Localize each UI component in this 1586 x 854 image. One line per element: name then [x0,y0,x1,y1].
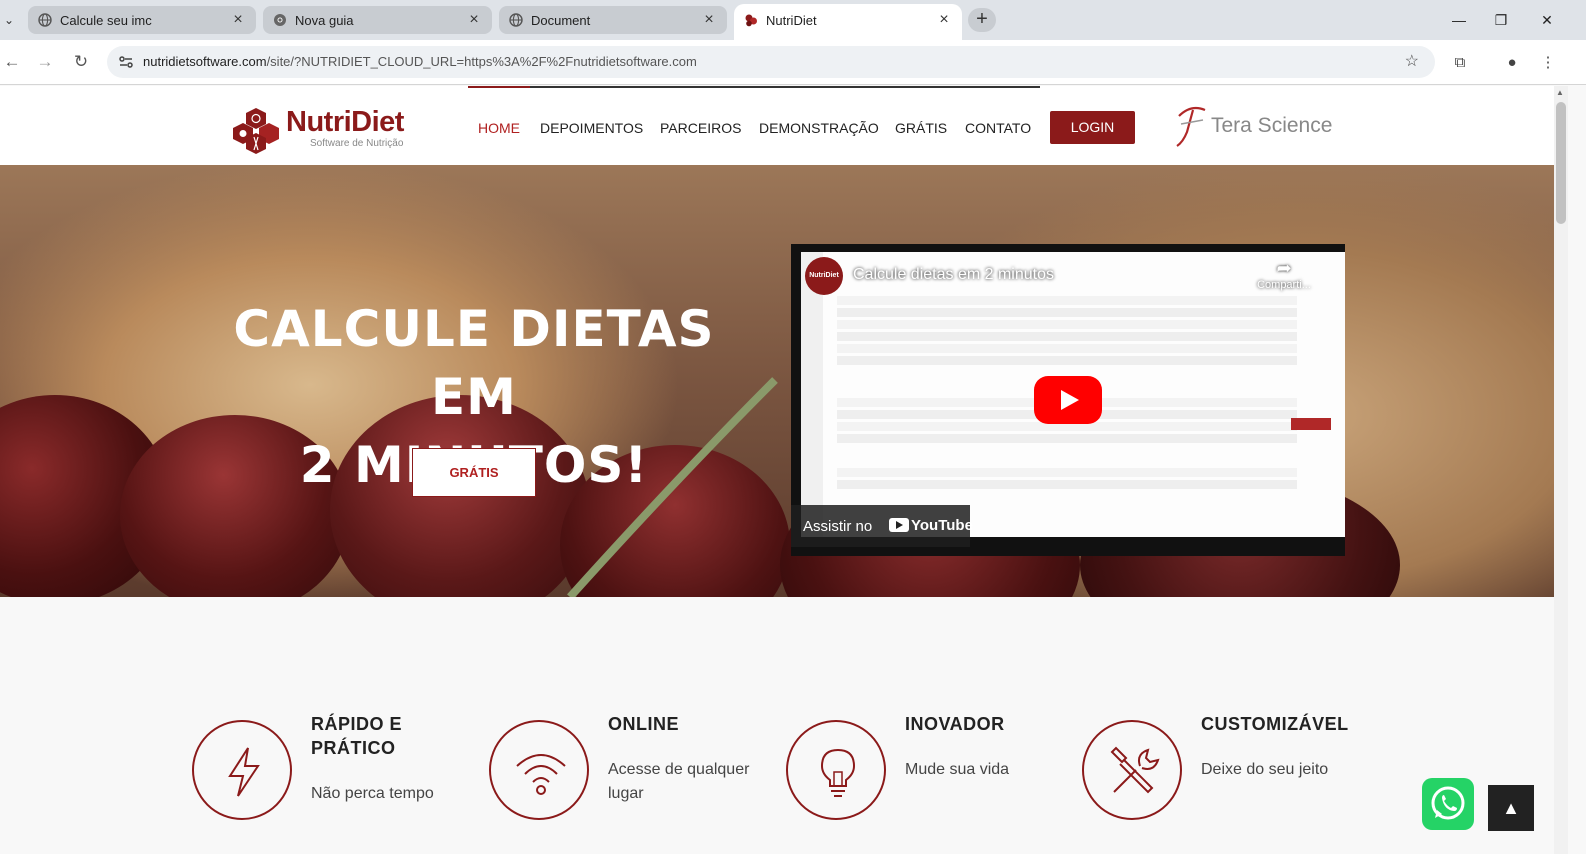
play-button[interactable] [1034,376,1102,424]
url-path: /site/?NUTRIDIET_CLOUD_URL=https%3A%2F%2… [266,54,697,69]
close-tab-icon[interactable]: × [228,10,248,30]
close-window-icon[interactable]: ✕ [1534,8,1560,32]
page-viewport: NutriDiet Software de Nutrição HOME DEPO… [0,86,1568,854]
chevron-up-icon: ▲ [1502,798,1520,818]
feature-icon-circle [1082,720,1182,820]
logo-tagline: Software de Nutrição [310,138,404,149]
tab-title: Document [531,13,591,28]
tera-science-mark-icon [1176,106,1206,147]
back-to-top-button[interactable]: ▲ [1488,785,1534,831]
site-header: NutriDiet Software de Nutrição HOME DEPO… [0,86,1568,165]
feature-title: CUSTOMIZÁVEL [1201,714,1349,734]
share-label: Comparti... [1257,279,1311,291]
whatsapp-icon [1431,786,1465,820]
watch-on-youtube-button[interactable]: Assistir no YouTube [791,505,973,547]
feature-icon-circle [192,720,292,820]
globe-icon [509,13,523,27]
site-settings-icon[interactable] [117,53,135,71]
feature-text: Deixe do seu jeito [1201,761,1329,778]
restore-icon[interactable]: ❐ [1488,8,1514,32]
tab-title: Nova guia [295,13,354,28]
tab-search-chevron-icon[interactable]: ⌄ [0,8,18,32]
nav-parceiros[interactable]: PARCEIROS [660,120,741,136]
video-thumbnail-sidebar [801,252,823,537]
partner-name: Tera Science [1211,114,1333,137]
browser-tab-imc[interactable]: Calcule seu imc × [28,6,256,34]
close-tab-icon[interactable]: × [934,10,954,30]
wifi-icon [516,754,566,795]
nav-depoimentos[interactable]: DEPOIMENTOS [540,120,643,136]
url-text: nutridietsoftware.com/site/?NUTRIDIET_CL… [143,54,697,69]
youtube-wordmark: YouTube [911,517,973,534]
feature-text-line1: Acesse de qualquer [608,761,750,778]
feature-title-line1: RÁPIDO E [311,714,403,734]
url-host: nutridietsoftware.com [143,54,267,69]
feature-text: Acesse de qualquer lugar [608,758,749,806]
tab-title: Calcule seu imc [60,13,152,28]
login-button[interactable]: LOGIN [1050,111,1135,144]
scrollbar-thumb[interactable] [1556,102,1566,224]
browser-toolbar: ← → ↻ nutridietsoftware.com/site/?NUTRID… [0,40,1586,85]
browser-tab-nova-guia[interactable]: Nova guia × [263,6,492,34]
header-accent-line [468,86,1040,88]
bookmark-star-icon[interactable]: ☆ [1405,51,1419,71]
video-title[interactable]: Calcule dietas em 2 minutos [853,266,1054,284]
nutridiet-logo[interactable]: NutriDiet Software de Nutrição [232,104,432,156]
lightbulb-icon [820,748,856,797]
feature-text: Não perca tempo [311,785,434,802]
back-arrow-icon[interactable]: ← [0,50,24,74]
forward-arrow-icon[interactable]: → [33,50,57,74]
feature-title: RÁPIDO E PRÁTICO [311,712,402,760]
feature-title-line2: PRÁTICO [311,738,396,758]
youtube-logo: YouTube [889,517,973,534]
scroll-up-arrow-icon[interactable]: ▲ [1556,88,1564,97]
gratis-cta-button[interactable]: GRÁTIS [412,448,536,497]
browser-tab-nutridiet[interactable]: NutriDiet × [734,4,962,40]
nav-demonstracao[interactable]: DEMONSTRAÇÃO [759,120,879,136]
browser-tab-document[interactable]: Document × [499,6,727,34]
lightning-icon [228,747,260,797]
page-scrollbar[interactable]: ▲ [1554,86,1568,854]
share-button[interactable]: ➦ Comparti... [1244,258,1324,291]
feature-icon-circle [489,720,589,820]
video-thumbnail-button [1291,418,1331,430]
close-tab-icon[interactable]: × [464,10,484,30]
menu-dots-icon[interactable]: ⋮ [1537,52,1559,74]
feature-icon-circle [786,720,886,820]
minimize-icon[interactable]: — [1446,8,1472,32]
close-tab-icon[interactable]: × [699,10,719,30]
browser-tab-bar: ⌄ Calcule seu imc × Nova guia × Document… [0,0,1586,40]
globe-icon [38,13,52,27]
channel-avatar[interactable]: NutriDiet [805,257,843,295]
reload-icon[interactable]: ↻ [69,50,93,74]
nutridiet-favicon-icon [745,14,757,27]
whatsapp-button[interactable] [1422,778,1474,830]
feature-text-line2: lugar [608,785,644,802]
watch-on-label: Assistir no [803,518,873,535]
new-tab-button[interactable]: + [968,8,996,32]
tab-title: NutriDiet [766,13,817,28]
feature-title: ONLINE [608,714,680,734]
chrome-icon [274,14,286,26]
tera-science-logo[interactable]: Tera Science [1175,102,1335,148]
hero-title-line1: CALCULE DIETAS EM [233,300,715,426]
tools-icon [1110,746,1160,794]
nav-gratis[interactable]: GRÁTIS [895,120,947,136]
youtube-play-icon [889,518,909,532]
feature-text: Mude sua vida [905,761,1010,778]
nav-contato[interactable]: CONTATO [965,120,1031,136]
hero-banner: CALCULE DIETAS EM 2 MINUTOS! GRÁTIS [0,165,1568,597]
youtube-video-embed[interactable]: NutriDiet Calcule dietas em 2 minutos ➦ … [791,244,1345,556]
extensions-icon[interactable]: ⧉ [1449,52,1471,74]
hexagon-logo-icon [233,108,279,154]
logo-name: NutriDiet [286,106,404,138]
share-arrow-icon: ➦ [1276,258,1292,278]
address-bar[interactable]: nutridietsoftware.com/site/?NUTRIDIET_CL… [107,46,1435,78]
profile-icon[interactable]: ● [1501,52,1523,74]
nav-home[interactable]: HOME [478,120,520,136]
feature-title: INOVADOR [905,714,1005,734]
